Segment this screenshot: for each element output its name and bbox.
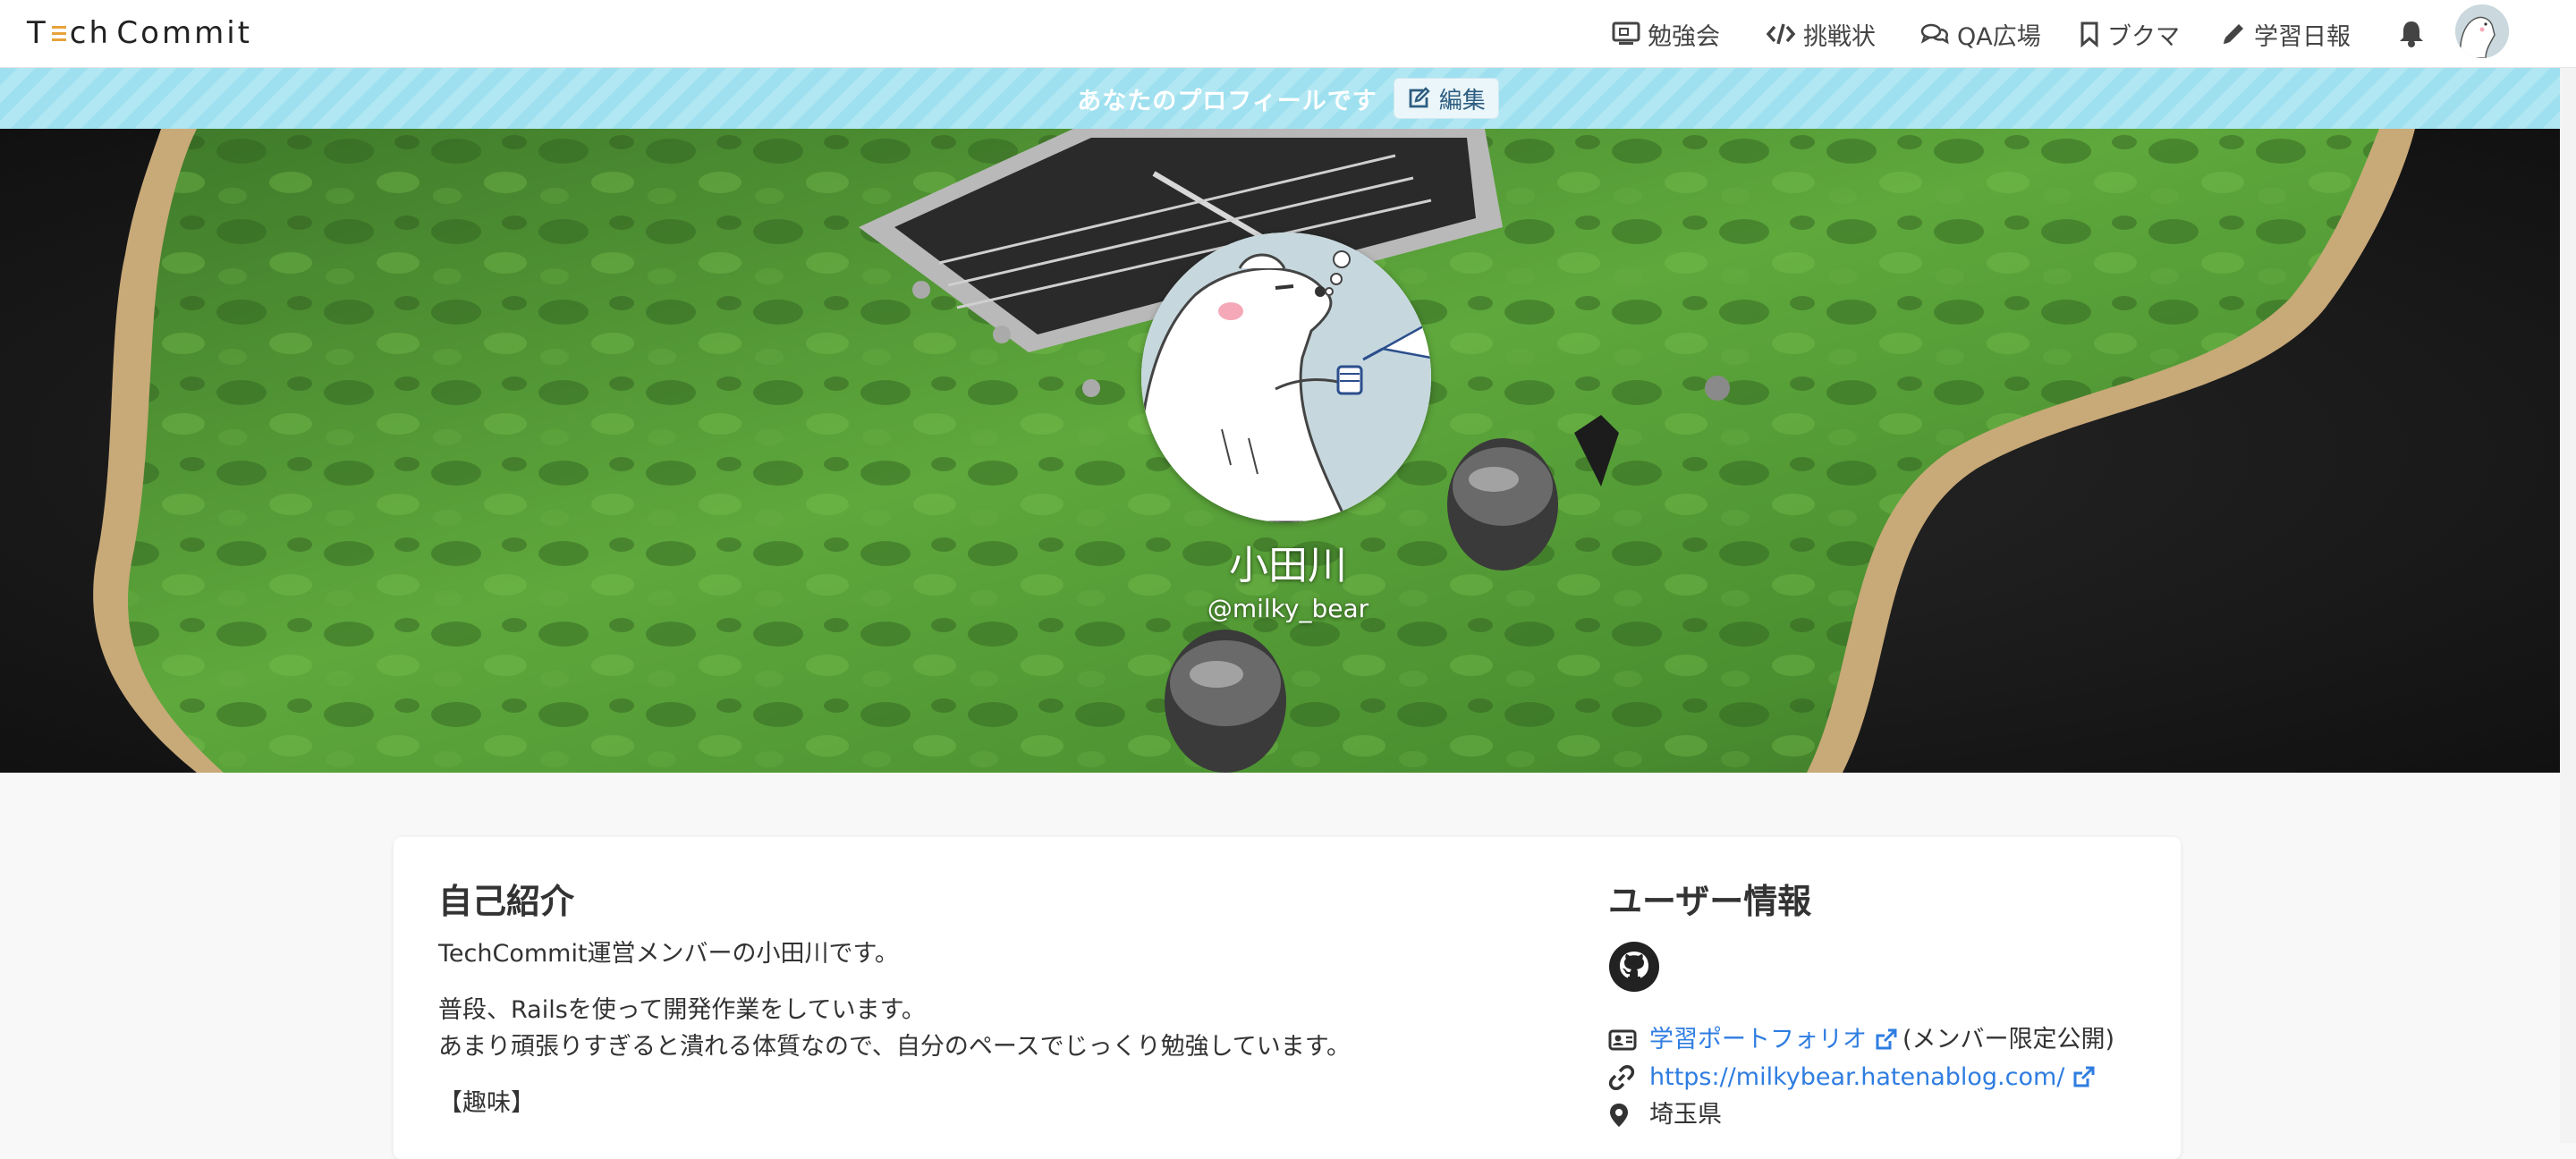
profile-name: 小田川 [1229,543,1347,588]
blog-row: https://milkybear.hatenablog.com/ [1608,1059,2163,1096]
user-info-title: ユーザー情報 [1608,882,1812,921]
self-introduction-title: 自己紹介 [438,882,575,921]
nav-qa-plaza[interactable]: QA広場 [1919,16,2041,52]
nav-learning-log-label: 学習日報 [2254,22,2351,51]
own-profile-banner: あなたのプロフィールです 編集 [0,68,2576,129]
nav-challenge-label: 挑戦状 [1803,22,1876,51]
link-icon [1608,1065,1635,1090]
edit-profile-button[interactable]: 編集 [1393,78,1499,119]
location-text: 埼玉県 [1649,1101,1722,1129]
nav-learning-log[interactable]: 学習日報 [2220,16,2351,52]
pencil-icon [2224,24,2243,44]
intro-line-1: TechCommit運営メンバーの小田川です。 [438,940,899,968]
nav-study-session-label: 勉強会 [1648,22,1720,51]
polar-bear-avatar-icon [1141,233,1431,522]
location-row: 埼玉県 [1608,1096,2163,1134]
profile-content-card: 自己紹介 TechCommit運営メンバーの小田川です。 普段、Railsを使っ… [394,837,2181,1159]
intro-line-2: 普段、Railsを使って開発作業をしています。 [438,996,926,1024]
external-link-icon[interactable] [1872,1027,1899,1053]
intro-hobby-heading: 【趣味】 [438,1089,535,1117]
bell-icon[interactable] [2395,17,2428,49]
techcommit-logo[interactable]: Tch Commit [27,11,252,55]
profile-avatar [1141,233,1431,522]
user-avatar[interactable] [2455,4,2509,58]
blog-url-link[interactable]: https://milkybear.hatenablog.com/ [1649,1059,2064,1096]
code-icon [1766,23,1796,45]
portfolio-row: 学習ポートフォリオ (メンバー限定公開) [1608,1021,2163,1059]
nav-bookmark-label: ブクマ [2107,22,2180,51]
profile-handle: @milky_bear [1207,594,1369,623]
intro-line-3: あまり頑張りすぎると潰れる体質なので、自分のペースでじっくり勉強しています。 [438,1033,1352,1061]
portfolio-link[interactable]: 学習ポートフォリオ [1649,1021,1867,1059]
nav-study-session[interactable]: 勉強会 [1612,16,1720,52]
bear-avatar-icon [2455,4,2509,58]
page-scrollbar[interactable] [2560,68,2576,1143]
edit-profile-label: 編集 [1438,87,1486,114]
nav-qa-plaza-label: QA広場 [1957,22,2041,51]
nav-challenge[interactable]: 挑戦状 [1766,16,1876,52]
nav-bookmark[interactable]: ブクマ [2079,16,2180,52]
logo-e-mark [50,19,68,46]
profile-cover: 小田川 @milky_bear [0,129,2576,773]
portfolio-note: (メンバー限定公開) [1902,1026,2115,1053]
chat-icon [1920,23,1949,45]
id-card-icon [1608,1029,1637,1051]
own-profile-message: あなたのプロフィールです [1077,87,1377,115]
user-info-section: ユーザー情報 学習ポートフォリオ (メンバー限定公開) https://milk… [1608,880,2163,1134]
self-introduction-section: 自己紹介 TechCommit運営メンバーの小田川です。 普段、Railsを使っ… [438,880,1512,1121]
bookmark-icon [2080,21,2098,47]
external-link-icon[interactable] [2070,1064,2097,1091]
edit-icon [1409,87,1430,108]
map-marker-icon [1610,1104,1628,1127]
top-navbar: Tch Commit 勉強会 挑戦状 QA広場 ブクマ 学習日報 [0,0,2576,68]
github-icon[interactable] [1608,941,1660,993]
monitor-icon [1612,21,1640,45]
